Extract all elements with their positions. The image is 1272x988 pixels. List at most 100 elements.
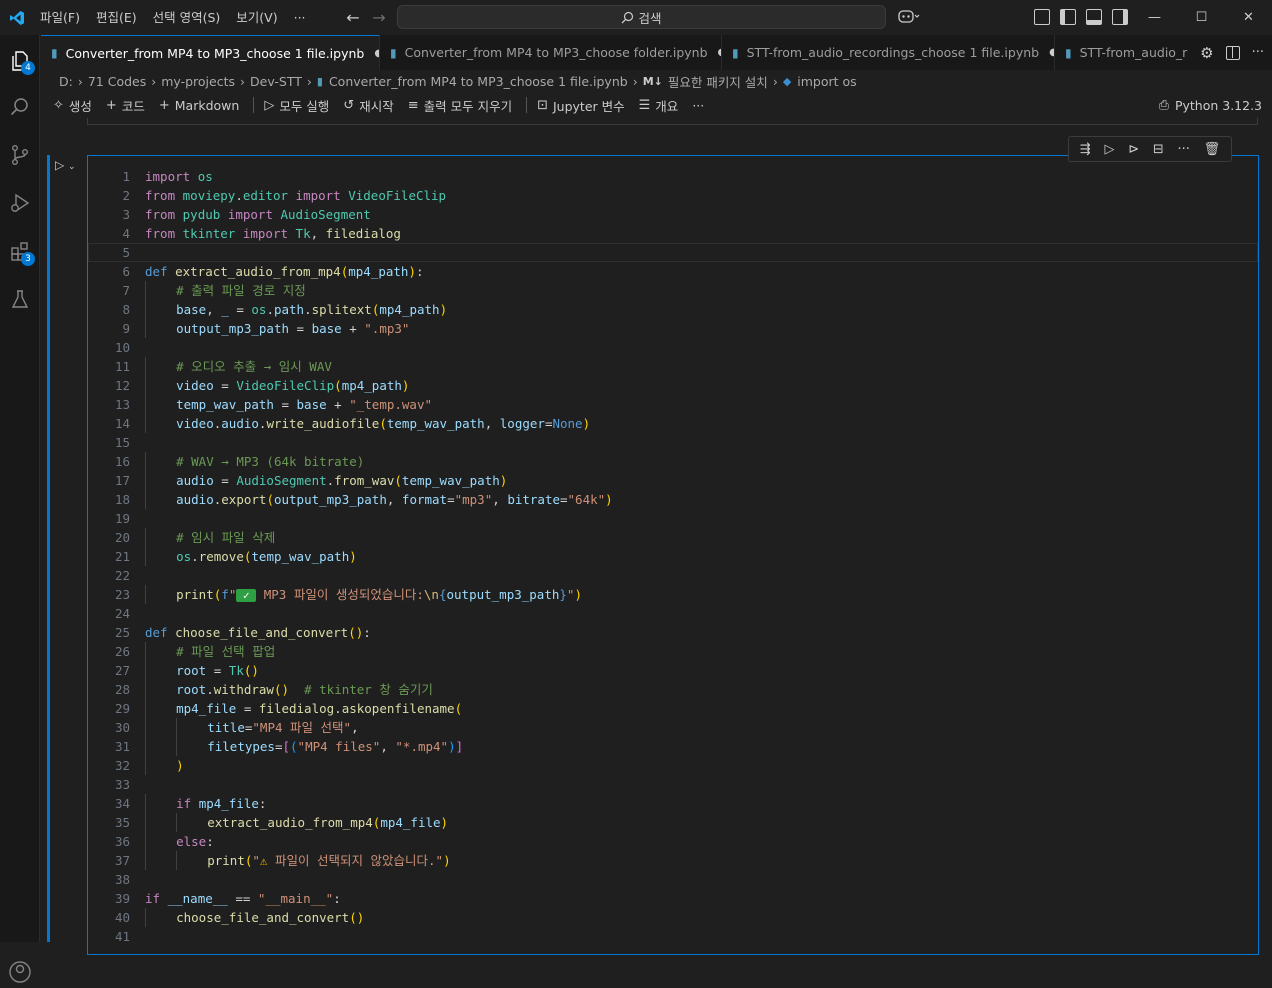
account-icon[interactable] <box>8 960 32 988</box>
notebook-settings-gear-icon[interactable]: ⚙ <box>1200 44 1213 62</box>
vscode-logo-icon[interactable] <box>2 0 32 35</box>
code-line: 41 <box>114 929 130 944</box>
breadcrumb-folder-devstt[interactable]: Dev-STT <box>250 74 302 89</box>
code-line: 4 from tkinter import Tk, filedialog <box>122 226 401 241</box>
code-line: 21 os.remove(temp_wav_path) <box>114 547 357 566</box>
code-line: 16 # WAV → MP3 (64k bitrate) <box>114 452 365 471</box>
tab-label: Converter_from MP4 to MP3_choose 1 file.… <box>65 45 365 61</box>
variables-icon: ⊡ <box>537 97 548 113</box>
notebook-file-icon: ▮ <box>1065 45 1072 60</box>
notebook-file-icon: ▮ <box>732 45 739 60</box>
extensions-badge: 3 <box>21 252 35 266</box>
code-line: 25 def choose_file_and_convert(): <box>114 625 371 640</box>
menu-view[interactable]: 보기(V) <box>228 0 285 35</box>
split-editor-icon[interactable] <box>1225 45 1240 60</box>
execute-below-icon[interactable]: ⊳ <box>1128 142 1139 157</box>
editor-tab-bar: ▮ Converter_from MP4 to MP3_choose 1 fil… <box>41 35 1272 70</box>
cell-more-icon[interactable]: ··· <box>1177 142 1189 157</box>
code-line: 15 <box>114 435 130 450</box>
run-cell-and-below-icon[interactable]: ▷ <box>1104 142 1114 157</box>
tab-stt-1file[interactable]: ▮ STT-from_audio_recordings_choose 1 fil… <box>722 35 1055 70</box>
code-line: 38 <box>114 872 130 887</box>
testing-flask-icon[interactable] <box>0 279 40 319</box>
tab-stt-truncated[interactable]: ▮ STT-from_audio_r <box>1055 35 1195 70</box>
command-center-search[interactable]: 검색 <box>397 5 886 29</box>
breadcrumb-folder-codes[interactable]: 71 Codes <box>88 74 146 89</box>
run-above-icon[interactable]: ⇶ <box>1080 142 1091 157</box>
code-line: 32 ) <box>114 756 184 775</box>
sparkle-icon: ✧ <box>53 97 64 113</box>
breadcrumb-section[interactable]: 필요한 패키지 설치 <box>668 72 768 91</box>
toolbar-divider <box>253 97 255 113</box>
clear-all-icon: ≡ <box>407 97 419 113</box>
breadcrumb-folder-projects[interactable]: my-projects <box>161 74 235 89</box>
run-cell-button[interactable]: ▷ ⌄ <box>55 158 76 172</box>
extensions-icon[interactable] <box>0 231 40 271</box>
outline-button[interactable]: ☰ 개요 <box>639 96 679 115</box>
title-bar: 파일(F) 편집(E) 선택 영역(S) 보기(V) ··· ← → 검색 — … <box>0 0 1272 35</box>
code-line: 5 <box>122 245 130 260</box>
code-line: 8 base, _ = os.path.splitext(mp4_path) <box>122 300 448 319</box>
jupyter-variables-button[interactable]: ⊡ Jupyter 변수 <box>537 96 625 115</box>
list-icon: ☰ <box>638 97 651 113</box>
run-all-button[interactable]: ▷ 모두 실행 <box>264 96 329 115</box>
code-line: 6 def extract_audio_from_mp4(mp4_path): <box>122 264 424 279</box>
explorer-icon[interactable] <box>0 41 40 81</box>
code-line: 35 extract_audio_from_mp4(mp4_file) <box>114 813 449 832</box>
maximize-button[interactable]: ☐ <box>1178 0 1225 35</box>
code-line: 30 title="MP4 파일 선택", <box>114 718 359 737</box>
tab-converter-1file[interactable]: ▮ Converter_from MP4 to MP3_choose 1 fil… <box>41 35 380 70</box>
toggle-panel-icon[interactable] <box>1086 9 1102 25</box>
menu-more[interactable]: ··· <box>286 0 314 35</box>
code-line: 37 print("⚠ 파일이 선택되지 않았습니다.") <box>114 851 451 870</box>
code-editor[interactable]: 1 import os 2 from moviepy.editor import V… <box>88 167 1258 946</box>
more-actions-icon[interactable]: ··· <box>1252 45 1264 60</box>
customize-layout-icon[interactable] <box>1034 9 1050 25</box>
breadcrumb: D: › 71 Codes › my-projects › Dev-STT › ▮ Co… <box>59 72 857 91</box>
forward-arrow-icon[interactable]: → <box>366 0 392 35</box>
search-icon[interactable] <box>0 87 40 127</box>
code-line: 17 audio = AudioSegment.from_wav(temp_wa… <box>114 471 508 490</box>
menu-edit[interactable]: 편집(E) <box>88 0 145 35</box>
run-all-icon: ▷ <box>264 97 275 113</box>
cell-toolbar: ⇶ ▷ ⊳ ⊟ ··· 🗑 <box>1068 136 1232 162</box>
add-markdown-button[interactable]: + Markdown <box>159 98 239 113</box>
breadcrumb-drive[interactable]: D: <box>59 74 73 89</box>
close-window-button[interactable]: ✕ <box>1225 0 1272 35</box>
toolbar-more-button[interactable]: ··· <box>692 98 704 113</box>
code-line: 23 print(f" ✓ MP3 파일이 생성되었습니다:\n{output_… <box>114 585 582 604</box>
back-arrow-icon[interactable]: ← <box>340 0 366 35</box>
cell-focus-indicator <box>47 155 50 942</box>
notebook-toolbar: ✧ 생성 + 코드 + Markdown ▷ 모두 실행 ↺ 재시작 ≡ 출력 모두 지우기… <box>41 92 1272 118</box>
delete-cell-trash-icon[interactable]: 🗑 <box>1204 142 1221 157</box>
menu-selection[interactable]: 선택 영역(S) <box>145 0 229 35</box>
tab-converter-folder[interactable]: ▮ Converter_from MP4 to MP3_choose folde… <box>380 35 722 70</box>
plus-icon: + <box>158 97 170 113</box>
kernel-label: Python 3.12.3 <box>1174 97 1262 113</box>
kernel-picker[interactable]: ⎙ Python 3.12.3 <box>1159 92 1262 118</box>
code-line: 39 if __name__ == "__main__": <box>114 891 341 906</box>
breadcrumb-file[interactable]: Converter_from MP4 to MP3_choose 1 file.… <box>329 74 628 89</box>
activity-bar: 4 3 <box>0 35 40 983</box>
notebook-file-icon: ▮ <box>316 74 323 88</box>
restart-button[interactable]: ↺ 재시작 <box>343 96 393 115</box>
split-cell-icon[interactable]: ⊟ <box>1153 142 1164 157</box>
toggle-primary-sidebar-icon[interactable] <box>1060 9 1076 25</box>
copilot-icon[interactable] <box>898 8 920 28</box>
code-line: 10 <box>114 340 130 355</box>
code-line: 29 mp4_file = filedialog.askopenfilename… <box>114 699 463 718</box>
code-line: 9 output_mp3_path = base + ".mp3" <box>122 319 410 338</box>
chevron-down-icon[interactable]: ⌄ <box>68 162 76 172</box>
generate-button[interactable]: ✧ 생성 <box>53 96 92 115</box>
breadcrumb-cell[interactable]: import os <box>797 74 856 89</box>
run-debug-icon[interactable] <box>0 183 40 223</box>
code-line: 31 filetypes=[("MP4 files", "*.mp4")] <box>114 737 464 756</box>
tab-label: Converter_from MP4 to MP3_choose folder.… <box>404 45 708 60</box>
plus-icon: + <box>105 97 117 113</box>
minimize-button[interactable]: — <box>1131 0 1178 35</box>
clear-outputs-button[interactable]: ≡ 출력 모두 지우기 <box>408 96 512 115</box>
source-control-icon[interactable] <box>0 135 40 175</box>
menu-file[interactable]: 파일(F) <box>32 0 88 35</box>
toggle-secondary-sidebar-icon[interactable] <box>1112 9 1128 25</box>
add-code-button[interactable]: + 코드 <box>106 96 145 115</box>
